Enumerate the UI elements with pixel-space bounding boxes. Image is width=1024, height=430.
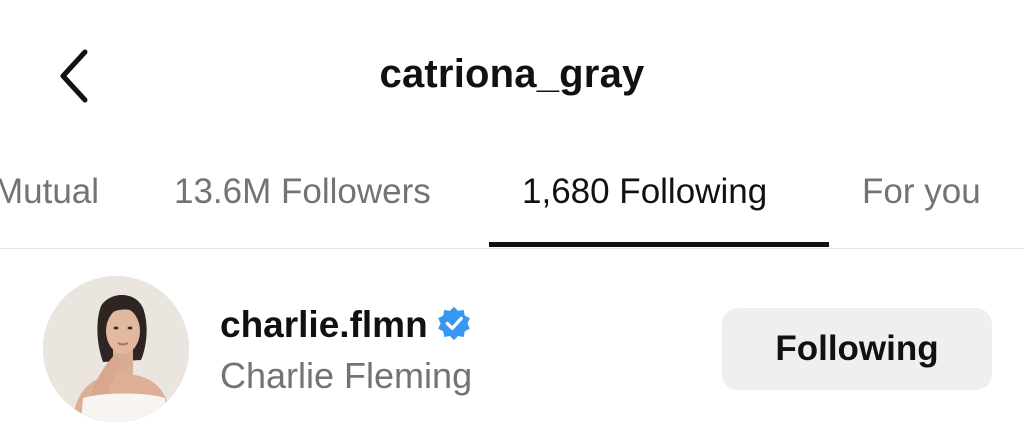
active-tab-indicator — [489, 242, 829, 247]
full-name: Charlie Fleming — [220, 355, 473, 396]
list-item[interactable]: charlie.flmn Charlie Fleming Following — [0, 249, 1024, 430]
tab-followers[interactable]: 13.6M Followers — [174, 172, 431, 212]
following-button[interactable]: Following — [722, 308, 992, 390]
following-button-label: Following — [775, 329, 939, 368]
tab-bar: Mutual 13.6M Followers 1,680 Following F… — [0, 150, 1024, 249]
username: charlie.flmn — [220, 304, 428, 345]
tab-mutual[interactable]: Mutual — [0, 172, 99, 212]
verified-badge-icon — [437, 306, 470, 341]
following-screen: catriona_gray Mutual 13.6M Followers 1,6… — [0, 0, 1024, 430]
username-line[interactable]: charlie.flmn — [220, 304, 472, 346]
tab-for-you[interactable]: For you — [862, 172, 981, 212]
tab-following[interactable]: 1,680 Following — [522, 172, 767, 212]
page-title: catriona_gray — [379, 52, 645, 96]
avatar[interactable] — [43, 276, 189, 422]
header: catriona_gray — [0, 0, 1024, 150]
avatar-photo — [43, 276, 189, 422]
